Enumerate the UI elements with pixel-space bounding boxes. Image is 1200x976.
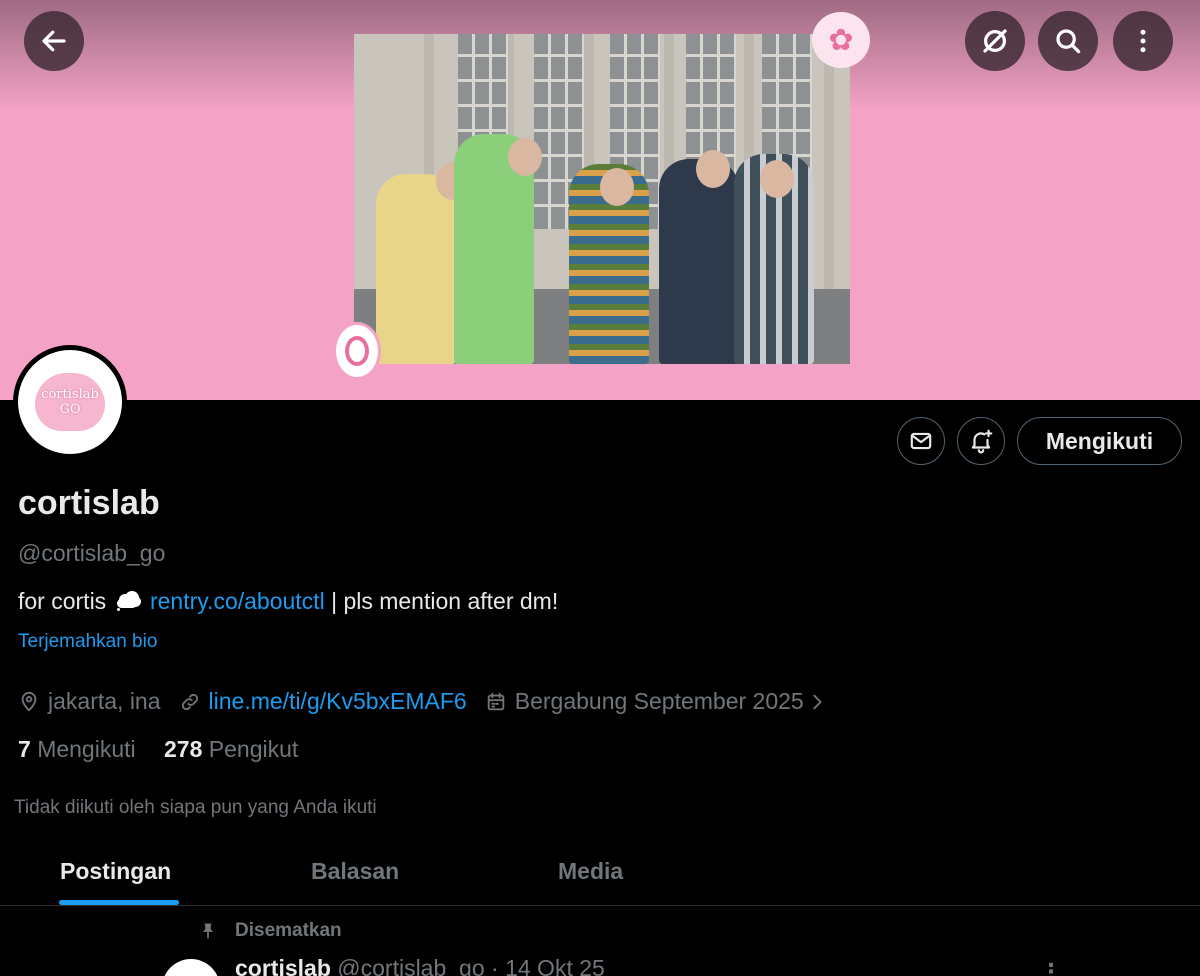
arrow-left-icon	[42, 30, 66, 52]
thought-balloon-icon	[115, 591, 141, 611]
back-button[interactable]	[24, 11, 84, 71]
profile-meta: jakarta, ina line.me/ti/g/Kv5bxEMAF6 Ber…	[18, 688, 854, 715]
bio-link[interactable]: rentry.co/aboutctl	[150, 588, 325, 614]
spiral-sticker	[333, 322, 381, 380]
flower-sticker: ✿	[812, 12, 870, 68]
tab-replies[interactable]: Balasan	[311, 858, 399, 885]
profile-banner[interactable]: ✿	[0, 0, 1200, 400]
active-tab-indicator	[59, 900, 179, 905]
notify-button[interactable]	[957, 417, 1005, 465]
pin-icon	[203, 923, 213, 939]
display-name: cortislab	[18, 484, 160, 522]
bio: for cortis rentry.co/aboutctl | pls ment…	[18, 588, 559, 614]
envelope-icon	[910, 432, 932, 450]
followed-by-note: Tidak diikuti oleh siapa pun yang Anda i…	[14, 797, 377, 818]
grok-icon	[983, 29, 1007, 53]
join-date[interactable]: Bergabung September 2025	[485, 688, 836, 715]
follow-stats: 7 Mengikuti 278 Pengikut	[18, 736, 298, 763]
link-icon	[181, 693, 198, 710]
banner-photo	[354, 34, 850, 364]
avatar-logo: cortislab GO	[35, 373, 105, 431]
pinned-post[interactable]: cortislab @cortislab_go · 14 Okt 25 ⋮	[0, 955, 1200, 976]
website[interactable]: line.me/ti/g/Kv5bxEMAF6	[179, 688, 467, 715]
grok-button[interactable]	[965, 11, 1025, 71]
search-icon	[1056, 29, 1081, 54]
user-handle: @cortislab_go	[18, 540, 166, 566]
chevron-right-icon	[813, 694, 822, 709]
location-pin-icon	[21, 691, 37, 711]
followers-link[interactable]: 278 Pengikut	[164, 736, 298, 762]
translate-bio-link[interactable]: Terjemahkan bio	[18, 631, 157, 653]
more-vertical-icon	[1140, 29, 1146, 53]
more-button[interactable]	[1113, 11, 1173, 71]
post-avatar[interactable]	[162, 959, 220, 976]
tab-media[interactable]: Media	[558, 858, 623, 885]
post-header: cortislab @cortislab_go · 14 Okt 25	[235, 955, 605, 976]
location: jakarta, ina	[18, 688, 161, 715]
following-link[interactable]: 7 Mengikuti	[18, 736, 136, 762]
avatar[interactable]: cortislab GO	[13, 345, 127, 459]
bell-plus-icon	[971, 429, 993, 454]
following-button[interactable]: Mengikuti	[1017, 417, 1182, 465]
post-date: · 14 Okt 25	[491, 955, 605, 976]
search-button[interactable]	[1038, 11, 1098, 71]
post-more-icon[interactable]: ⋮	[1040, 959, 1062, 976]
post-handle: @cortislab_go	[337, 955, 485, 976]
message-button[interactable]	[897, 417, 945, 465]
pinned-label: Disematkan	[198, 920, 342, 942]
profile-tabs: Postingan Balasan Media	[0, 840, 1200, 906]
post-author[interactable]: cortislab	[235, 955, 331, 976]
calendar-icon	[487, 692, 504, 710]
tab-posts[interactable]: Postingan	[60, 858, 171, 885]
